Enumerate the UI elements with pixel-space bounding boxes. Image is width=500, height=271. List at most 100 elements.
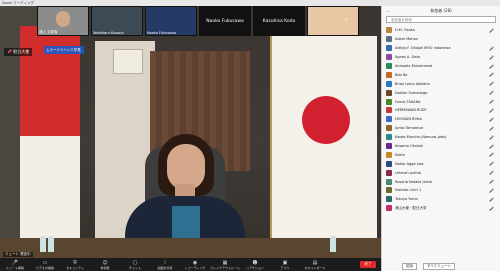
thumbnail-video[interactable]: Yoshiharu Kusano	[91, 6, 143, 36]
toolbar-button[interactable]: ☻ リアクション	[240, 258, 270, 271]
mic-muted-icon: 🎤	[489, 116, 494, 122]
thumbnail-video[interactable]: 浦上 文部省	[37, 6, 89, 36]
toolbar-label: チャット	[129, 265, 141, 270]
mic-muted-icon: 🎤	[489, 205, 494, 211]
participant-row[interactable]: Brian Ivans Alakaha 🎤	[382, 79, 500, 88]
toolbar-label: リアクション	[246, 265, 264, 270]
invite-button[interactable]: 招待	[402, 263, 417, 270]
toolbar-button[interactable]: ▦ ブレイクアウトルーム	[210, 258, 240, 271]
avatar	[386, 89, 392, 96]
chat-popup[interactable]: ムラーナミハイエ学長	[44, 46, 84, 54]
japan-flag	[272, 36, 377, 246]
participant-row[interactable]: Takuya Yuma 🎤	[382, 195, 500, 204]
participant-row[interactable]: H.M. Osaka 🎤	[382, 26, 500, 35]
participant-row[interactable]: Ahmadia Muhammad 🎤	[382, 62, 500, 71]
participant-row[interactable]: HERMAWAN RUDY 🎤	[382, 106, 500, 115]
toolbar-button[interactable]: ☺ 参加者	[90, 258, 120, 271]
thumbnail-video[interactable]: Naoko Fukusawa	[199, 6, 251, 36]
toolbar-button[interactable]: ◉ レコーディング	[180, 258, 210, 271]
mic-muted-icon: 🎤	[489, 188, 494, 194]
panel-title: 参加者 (28)	[430, 8, 452, 13]
mic-muted-icon: 🎤	[489, 63, 494, 69]
thumbnail-strip: 浦上 文部省 Yoshiharu Kusano Naoko Fukusawa N…	[37, 6, 367, 36]
avatar	[386, 36, 392, 43]
mute-all-button[interactable]: すべてミュート	[423, 263, 456, 270]
avatar	[386, 107, 392, 114]
participant-row[interactable]: Saktoto Likiri 1 🎤	[382, 186, 500, 195]
toolbar-button[interactable]: 🎤 ミュート解除	[0, 258, 30, 271]
participant-name: Bob Bo	[395, 72, 408, 77]
room-background	[0, 6, 381, 258]
participant-name: HERMAWAN RUDY	[395, 108, 427, 113]
chevron-right-icon[interactable]: ›	[345, 16, 353, 26]
chevron-down-icon[interactable]: ⌄	[386, 8, 389, 13]
mic-muted-icon: 🎤	[489, 161, 494, 167]
mic-muted-icon: 🎤	[489, 90, 494, 96]
toolbar-button[interactable]: ⇧ 画面を共有	[150, 258, 180, 271]
toolbar-button[interactable]: ▣ アプリ	[270, 258, 300, 271]
participant-row[interactable]: Dahlan Sumedngo 🎤	[382, 88, 500, 97]
participant-row[interactable]: Adam Mahan	[382, 35, 500, 44]
avatar	[386, 63, 392, 69]
indonesia-flag	[20, 26, 80, 246]
mic-muted-icon: 🎤	[489, 54, 494, 60]
participant-row[interactable]: rahmah puthia 🎤	[382, 168, 500, 177]
participant-row[interactable]: Rosaria Natalia Jelvia 🎤	[382, 177, 500, 186]
avatar	[386, 98, 392, 105]
avatar	[386, 178, 392, 185]
thumbnail-video[interactable]: Naoko Fukusawa	[145, 6, 197, 36]
participant-name: Aditya F. Ghajali MOU Indonesia	[395, 46, 451, 51]
participant-name: H.M. Osaka	[395, 28, 415, 33]
leave-button[interactable]: 終了	[360, 261, 376, 268]
mic-muted-icon: 🎤	[489, 152, 494, 158]
zoom-window: Zoom ミーティング 📌 駐日大使 ムラーナミハイエ学長 ミュート 発言中 浦…	[0, 0, 500, 271]
participant-row[interactable]: Kaoko Maruha (Nomura-Jobs) 🎤	[382, 133, 500, 142]
avatar	[386, 45, 392, 52]
participant-row[interactable]: Nahar Agge sisa 🎤	[382, 159, 500, 168]
participant-row[interactable]: Aditya F. Ghajali MOU Indonesia 🎤	[382, 44, 500, 53]
avatar	[386, 143, 392, 150]
avatar	[386, 151, 392, 158]
participant-name: Saktoto Likiri 1	[395, 188, 422, 193]
avatar	[386, 71, 392, 78]
participant-row[interactable]: Bob Bo 🎤	[382, 70, 500, 79]
bottom-name-tag: ミュート 発言中	[3, 252, 33, 257]
toolbar-button[interactable]: ⛨ セキュリティ	[60, 258, 90, 271]
avatar	[386, 54, 392, 61]
participant-row[interactable]: Fumio TAKANA 🎤	[382, 97, 500, 106]
mic-muted-icon: 🎤	[489, 45, 494, 51]
mic-muted-icon: 🎤	[489, 72, 494, 78]
main-video[interactable]: 📌 駐日大使 ムラーナミハイエ学長 ミュート 発言中	[0, 6, 381, 258]
toolbar-button[interactable]: ▭ ビデオの開始	[30, 258, 60, 271]
mic-muted-icon: 🎤	[489, 170, 494, 176]
participant-name: Nahar Agge sisa	[395, 161, 424, 166]
participant-row[interactable]: Junko Tomomise 🎤	[382, 124, 500, 133]
toolbar-label: アプリ	[280, 265, 290, 270]
panel-footer: 招待 すべてミュート	[382, 262, 500, 271]
panel-header: ⌄ 参加者 (28)	[382, 6, 500, 16]
participant-name: Junko Tomomise	[395, 126, 424, 131]
participant-name: Kusama Ohnishi	[395, 144, 424, 149]
participants-panel: ⌄ 参加者 (28) 参加者を検索 H.M. Osaka 🎤 Adam Mahan A…	[381, 6, 500, 271]
participant-name: Brian Ivans Alakaha	[395, 81, 430, 86]
participant-row[interactable]: Kulite 🎤	[382, 150, 500, 159]
participant-name: Ahmadia Muhammad	[395, 64, 433, 68]
avatar	[386, 125, 392, 132]
participant-search-input[interactable]: 参加者を検索	[386, 16, 496, 23]
avatar	[386, 27, 392, 34]
participant-name: 浦山大使・駐日大学	[395, 205, 427, 210]
avatar	[386, 205, 392, 212]
toolbar-button[interactable]: ▢ チャット	[120, 258, 150, 271]
participant-row[interactable]: Agnes A. Dwie 🎤	[382, 53, 500, 62]
mic-muted-icon: 🎤	[489, 125, 494, 131]
toolbar-label: ホワイトボード	[304, 265, 326, 270]
participant-name: Kaoko Maruha (Nomura-Jobs)	[395, 135, 447, 140]
participant-row[interactable]: 浦山大使・駐日大学 🎤	[382, 204, 500, 213]
avatar	[386, 80, 392, 87]
participant-row[interactable]: HOSSAIN Rifika 🎤	[382, 115, 500, 124]
participant-name: Fumio TAKANA	[395, 99, 421, 104]
participant-row[interactable]: Kusama Ohnishi 🎤	[382, 142, 500, 151]
toolbar-button[interactable]: ▤ ホワイトボード	[300, 258, 330, 271]
participant-name: rahmah puthia	[395, 170, 421, 175]
thumbnail-video[interactable]: Kazuhisa Koda	[253, 6, 305, 36]
